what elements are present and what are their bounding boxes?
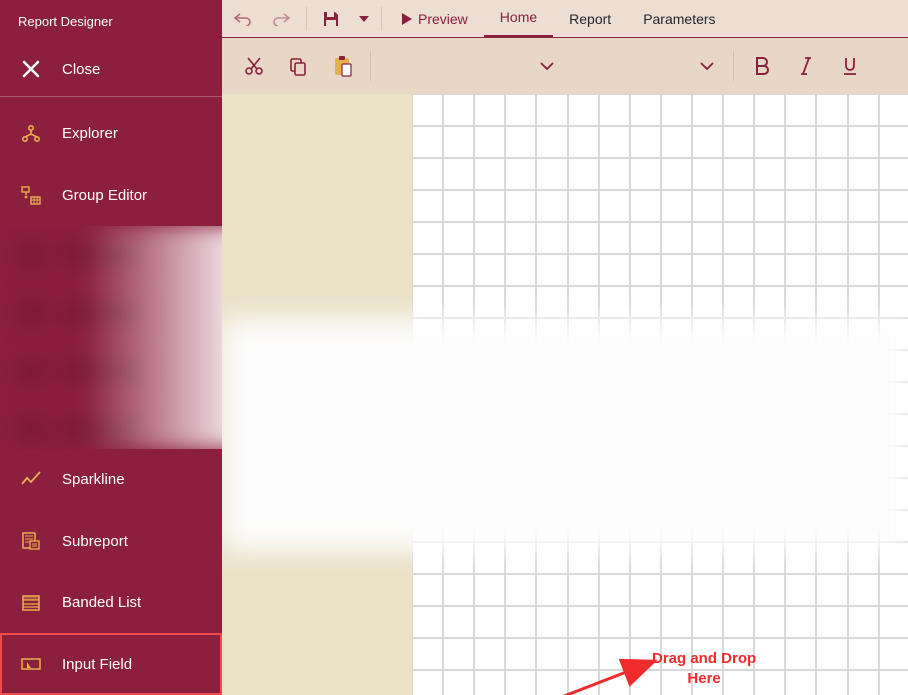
input-field-icon xyxy=(20,653,42,675)
sidebar-item-group-editor[interactable]: Group Editor xyxy=(0,164,222,226)
report-label: Report xyxy=(569,11,611,27)
main-area: Preview Home Report Parameters xyxy=(222,0,908,695)
blurred-canvas-strip xyxy=(222,319,908,551)
drag-drop-annotation: Drag and Drop Here xyxy=(652,649,756,688)
copy-button[interactable] xyxy=(276,46,320,86)
bold-button[interactable] xyxy=(740,46,784,86)
toolbar xyxy=(222,38,908,94)
play-icon xyxy=(402,13,412,25)
redo-button[interactable] xyxy=(262,0,302,38)
font-size-dropdown[interactable] xyxy=(687,62,727,70)
close-button[interactable]: Close xyxy=(0,43,222,97)
sidebar-item-input-field[interactable]: Input Field xyxy=(0,633,222,695)
sidebar-item-explorer[interactable]: Explorer xyxy=(0,103,222,165)
parameters-label: Parameters xyxy=(643,11,715,27)
top-ribbon: Preview Home Report Parameters xyxy=(222,0,908,38)
input-field-label: Input Field xyxy=(62,656,132,673)
cut-button[interactable] xyxy=(232,46,276,86)
group-editor-icon xyxy=(20,184,42,206)
explorer-icon xyxy=(20,123,42,145)
close-icon xyxy=(20,58,42,80)
sidebar-item-subreport[interactable]: Subreport xyxy=(0,510,222,572)
close-label: Close xyxy=(62,61,100,78)
tab-report[interactable]: Report xyxy=(553,0,627,38)
save-button[interactable] xyxy=(311,0,351,38)
font-family-dropdown[interactable] xyxy=(527,62,567,70)
app-title: Report Designer xyxy=(0,0,222,43)
save-dropdown[interactable] xyxy=(351,0,377,38)
preview-label: Preview xyxy=(418,11,468,27)
explorer-label: Explorer xyxy=(62,125,118,142)
italic-button[interactable] xyxy=(784,46,828,86)
tab-preview[interactable]: Preview xyxy=(386,0,484,38)
underline-button[interactable] xyxy=(828,46,872,86)
tab-home[interactable]: Home xyxy=(484,0,553,38)
subreport-label: Subreport xyxy=(62,533,128,550)
banded-list-label: Banded List xyxy=(62,594,141,611)
subreport-icon xyxy=(20,530,42,552)
tab-parameters[interactable]: Parameters xyxy=(627,0,731,38)
sidebar-item-sparkline[interactable]: Sparkline xyxy=(0,449,222,511)
group-editor-label: Group Editor xyxy=(62,187,147,204)
blurred-items-region xyxy=(0,226,222,449)
banded-list-icon xyxy=(20,592,42,614)
sidebar-item-banded-list[interactable]: Banded List xyxy=(0,572,222,634)
sparkline-label: Sparkline xyxy=(62,471,125,488)
home-label: Home xyxy=(500,9,537,25)
paste-button[interactable] xyxy=(320,46,364,86)
undo-button[interactable] xyxy=(222,0,262,38)
sparkline-icon xyxy=(20,469,42,491)
sidebar: Report Designer Close Explorer Group Edi… xyxy=(0,0,222,695)
canvas-area[interactable]: // draw grid immediately via doc.write a… xyxy=(222,94,908,695)
